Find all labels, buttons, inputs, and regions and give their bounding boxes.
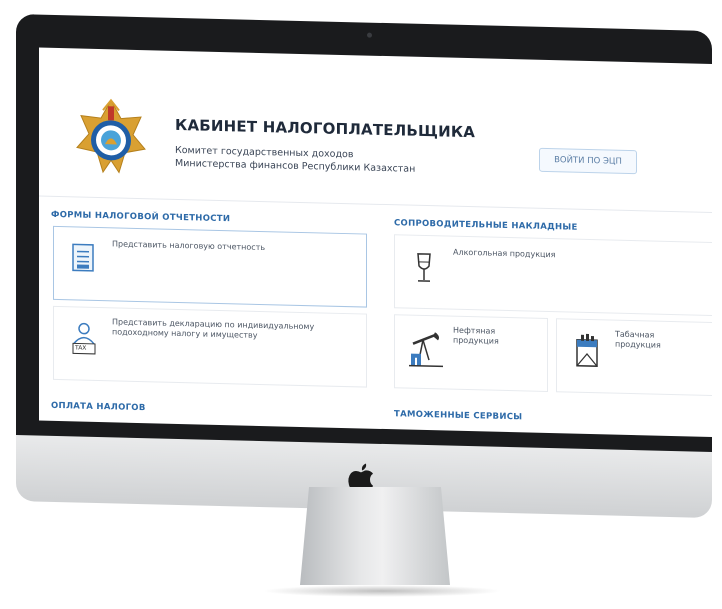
card-alcohol-products[interactable]: Алкогольная продукция [394,234,712,317]
card-submit-tax-report[interactable]: Представить налоговую отчетность [53,225,367,308]
document-icon [72,243,94,272]
stand-shadow [262,585,502,597]
section-heading-waybills: СОПРОВОДИТЕЛЬНЫЕ НАКЛАДНЫЕ [394,218,578,233]
cigarette-pack-icon [576,333,598,367]
card-label: Табачная продукция [615,330,661,351]
login-ecp-button[interactable]: ВОЙТИ ПО ЭЦП [539,147,637,175]
imac-monitor: КАБИНЕТ НАЛОГОПЛАТЕЛЬЩИКА Комитет госуда… [16,14,712,519]
card-submit-declaration[interactable]: TAX Представить декларацию по индивидуал… [53,305,367,388]
card-oil-products[interactable]: Нефтяная продукция [394,314,548,393]
card-label: Нефтяная продукция [453,326,499,347]
tax-icon-label: TAX [75,344,87,352]
card-label-line-2: продукция [615,339,661,350]
camera-dot [367,32,372,38]
card-label: Представить налоговую отчетность [112,239,266,253]
page-title: КАБИНЕТ НАЛОГОПЛАТЕЛЬЩИКА [175,115,476,142]
section-heading-customs: ТАМОЖЕННЫЕ СЕРВИСЫ [394,409,523,423]
card-label: Алкогольная продукция [453,247,556,260]
section-heading-tax-payment: ОПЛАТА НАЛОГОВ [51,400,146,414]
oil-rig-icon [409,332,443,368]
emblem-icon [76,98,146,174]
section-heading-tax-forms: ФОРМЫ НАЛОГОВОЙ ОТЧЕТНОСТИ [51,209,231,225]
card-tobacco-products[interactable]: Табачная продукция [556,318,712,397]
screen: КАБИНЕТ НАЛОГОПЛАТЕЛЬЩИКА Комитет госуда… [39,47,712,438]
card-label: Представить декларацию по индивидуальном… [112,317,314,342]
header-divider [39,195,712,214]
page-subtitle: Комитет государственных доходов Министер… [175,144,415,176]
monitor-stand [300,487,450,585]
wine-glass-icon [417,253,431,282]
card-label-line-2: продукция [453,335,499,346]
